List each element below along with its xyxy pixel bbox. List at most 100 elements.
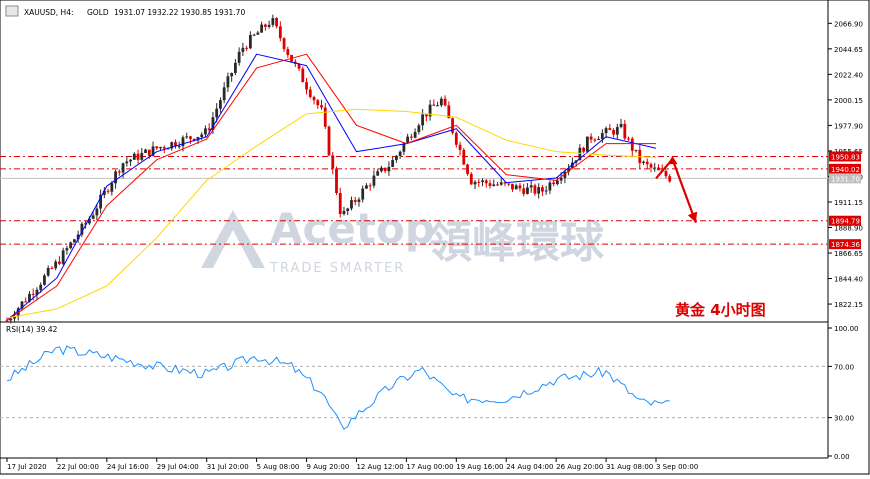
candle-body xyxy=(653,167,657,169)
time-tick-label: 19 Aug 16:00 xyxy=(456,463,503,471)
rsi-tick-label: 0.00 xyxy=(834,453,850,461)
symbol-description: GOLD xyxy=(87,8,109,17)
candle-body xyxy=(623,123,627,139)
price-tick-label: 1822.15 xyxy=(834,301,863,309)
candle-body xyxy=(443,98,447,106)
candle-body xyxy=(185,136,189,138)
candle-body xyxy=(439,98,443,106)
candle-body xyxy=(499,182,503,185)
candle-body xyxy=(556,180,559,185)
watermark-tagline: TRADE SMARTER xyxy=(269,261,405,276)
time-tick-label: 5 Aug 08:00 xyxy=(257,463,300,471)
candle-body xyxy=(305,82,308,90)
candle-body xyxy=(320,105,323,108)
candle-body xyxy=(91,215,95,219)
time-tick-label: 29 Jul 04:00 xyxy=(157,463,199,471)
candle-body xyxy=(233,62,237,73)
candle-body xyxy=(417,125,421,132)
candle-body xyxy=(522,188,526,194)
candle-body xyxy=(365,185,368,189)
candle-body xyxy=(204,128,207,135)
candle-body xyxy=(477,181,481,183)
candle-body xyxy=(436,105,439,107)
candle-body xyxy=(31,293,35,295)
candle-body xyxy=(657,167,660,171)
candle-body xyxy=(189,136,192,139)
candle-body xyxy=(469,173,473,185)
candle-body xyxy=(421,114,425,126)
time-tick-label: 9 Aug 20:00 xyxy=(307,463,350,471)
candle-body xyxy=(61,250,65,264)
candle-body xyxy=(301,68,305,83)
candle-body xyxy=(312,97,316,101)
ohlc-values: 1931.07 1932.22 1930.85 1931.70 xyxy=(114,8,245,17)
candle-body xyxy=(316,100,320,106)
candle-body xyxy=(132,153,136,160)
candle-body xyxy=(159,147,162,149)
candle-body xyxy=(645,161,649,165)
candle-body xyxy=(466,164,469,174)
candle-body xyxy=(462,149,466,165)
price-tick-label: 1911.15 xyxy=(834,199,863,207)
candle-body xyxy=(630,138,634,151)
rsi-tick-label: 70.00 xyxy=(834,363,854,371)
candle-body xyxy=(248,35,252,49)
candle-body xyxy=(559,177,563,181)
candle-body xyxy=(518,185,522,189)
candle-body xyxy=(69,242,73,249)
candle-body xyxy=(544,190,548,192)
candle-body xyxy=(481,180,484,182)
candle-body xyxy=(260,24,264,33)
candle-body xyxy=(46,267,50,276)
candle-body xyxy=(597,138,600,140)
candle-body xyxy=(608,128,612,131)
candle-body xyxy=(376,171,380,176)
rsi-tick-label: 30.00 xyxy=(834,415,854,423)
candle-body xyxy=(54,261,58,269)
candle-body xyxy=(282,38,286,50)
candle-body xyxy=(110,183,114,192)
candle-body xyxy=(552,182,556,185)
candle-body xyxy=(533,185,537,194)
candle-body xyxy=(286,49,290,55)
candle-body xyxy=(129,159,132,162)
candle-body xyxy=(335,168,338,193)
chart-header: XAUUSD, H4: GOLD 1931.07 1932.22 1930.85… xyxy=(5,5,245,17)
candle-body xyxy=(612,130,615,135)
candle-body xyxy=(514,185,518,190)
candle-body xyxy=(372,175,376,186)
candle-body xyxy=(668,176,672,182)
candle-body xyxy=(484,180,488,184)
time-tick-label: 24 Jul 16:00 xyxy=(107,463,149,471)
candle-body xyxy=(409,136,413,138)
candle-body xyxy=(215,108,219,118)
candle-body xyxy=(323,107,327,127)
candle-body xyxy=(114,171,117,184)
watermark-brand: Acetop xyxy=(270,204,435,253)
candle-body xyxy=(267,24,271,27)
chart-annotation-label: 黄金 4小时图 xyxy=(675,301,766,319)
candle-body xyxy=(350,200,353,209)
candle-body xyxy=(72,239,76,243)
candle-body xyxy=(117,171,121,173)
candle-body xyxy=(391,160,395,167)
candle-body xyxy=(496,184,499,186)
candle-body xyxy=(140,152,144,160)
candle-body xyxy=(507,183,511,185)
candle-body xyxy=(177,146,181,148)
price-tick-label: 1844.40 xyxy=(834,276,863,284)
candle-body xyxy=(492,184,496,186)
price-tick-label: 2000.15 xyxy=(834,97,863,105)
candle-body xyxy=(511,183,514,190)
candle-body xyxy=(241,47,245,52)
candle-body xyxy=(589,136,593,140)
level-price-label: 1874.36 xyxy=(831,241,860,249)
candle-body xyxy=(473,181,477,185)
candle-body xyxy=(125,161,129,164)
level-price-label: 1940.02 xyxy=(831,166,860,174)
candle-body xyxy=(327,126,331,156)
candle-body xyxy=(24,301,28,303)
candle-body xyxy=(387,166,391,172)
trading-chart-window: XAUUSD, H4: GOLD 1931.07 1932.22 1930.85… xyxy=(0,0,870,475)
candle-body xyxy=(50,267,54,269)
